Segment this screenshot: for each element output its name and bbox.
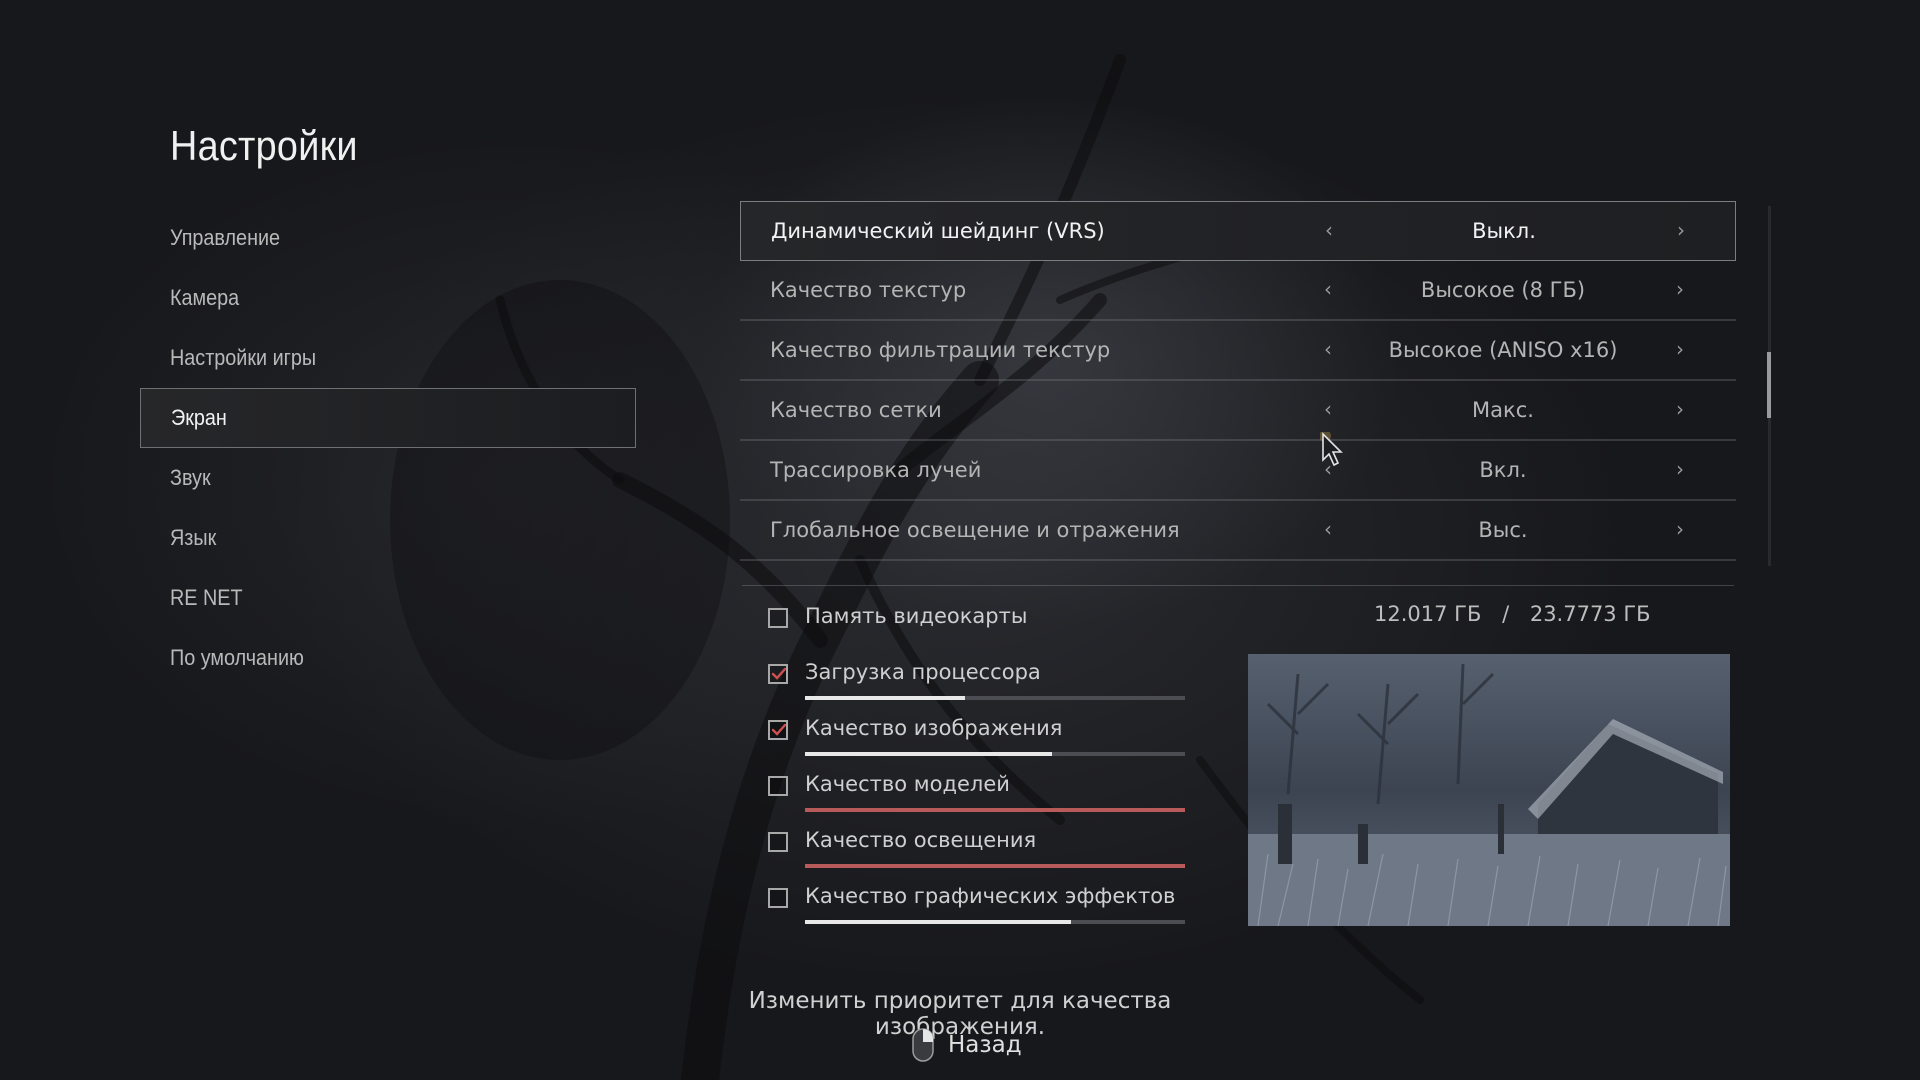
page-title: Настройки <box>170 122 358 169</box>
vram-checkbox[interactable] <box>768 608 788 628</box>
vram-used: 12.017 ГБ <box>1374 602 1482 626</box>
nav-item-label: По умолчанию <box>170 645 304 670</box>
setting-value: Макс. <box>1472 398 1534 422</box>
priority-image-quality[interactable]: Качество изображения <box>768 714 1188 770</box>
setting-value: Высокое (ANISO x16) <box>1388 338 1618 362</box>
priority-checkbox[interactable] <box>768 720 788 740</box>
vram-values: 12.017 ГБ / 23.7773 ГБ <box>1374 602 1651 626</box>
setting-label: Качество сетки <box>770 398 942 422</box>
nav-item-label: Камера <box>170 285 240 310</box>
priority-bar-fill <box>805 808 1185 812</box>
chevron-right-icon[interactable]: › <box>1676 277 1684 301</box>
priority-label: Качество графических эффектов <box>805 884 1176 908</box>
priority-bar-fill <box>805 920 1071 924</box>
cursor-icon <box>1320 432 1343 467</box>
chevron-right-icon[interactable]: › <box>1677 218 1685 242</box>
chevron-right-icon[interactable]: › <box>1676 397 1684 421</box>
nav-item-re-net[interactable]: RE NET <box>140 568 636 628</box>
nav-item-label: Управление <box>170 225 281 250</box>
setting-label: Качество фильтрации текстур <box>770 338 1111 362</box>
chevron-right-icon[interactable]: › <box>1676 457 1684 481</box>
nav-item-language[interactable]: Язык <box>140 508 636 568</box>
back-button[interactable]: Назад <box>912 1028 1022 1062</box>
nav-item-game-settings[interactable]: Настройки игры <box>140 328 636 388</box>
nav-item-controls[interactable]: Управление <box>140 208 636 268</box>
checkmark-icon <box>771 667 787 680</box>
nav-item-label: Экран <box>171 405 227 430</box>
setting-global-illumination[interactable]: Глобальное освещение и отражения ‹ Выс. … <box>740 501 1736 561</box>
setting-label: Глобальное освещение и отражения <box>770 518 1180 542</box>
nav-item-label: Язык <box>170 525 217 550</box>
nav-item-label: Настройки игры <box>170 345 317 370</box>
chevron-left-icon[interactable]: ‹ <box>1325 218 1333 242</box>
priority-bar-fill <box>805 696 965 700</box>
setting-label: Трассировка лучей <box>770 458 982 482</box>
priority-bar <box>805 864 1185 868</box>
priority-lighting-quality[interactable]: Качество освещения <box>768 826 1188 882</box>
priority-checkbox[interactable] <box>768 776 788 796</box>
priority-label: Качество освещения <box>805 828 1037 852</box>
vram-total: 23.7773 ГБ <box>1529 602 1651 626</box>
setting-ray-tracing[interactable]: Трассировка лучей ‹ Вкл. › <box>740 441 1736 501</box>
priority-model-quality[interactable]: Качество моделей <box>768 770 1188 826</box>
setting-mesh-quality[interactable]: Качество сетки ‹ Макс. › <box>740 381 1736 441</box>
priority-bar <box>805 752 1185 756</box>
nav-item-label: Звук <box>170 465 211 490</box>
nav-item-camera[interactable]: Камера <box>140 268 636 328</box>
chevron-left-icon[interactable]: ‹ <box>1324 277 1332 301</box>
nav-item-defaults[interactable]: По умолчанию <box>140 628 636 688</box>
priority-label: Загрузка процессора <box>805 660 1041 684</box>
setting-label: Качество текстур <box>770 278 967 302</box>
chevron-left-icon[interactable]: ‹ <box>1324 517 1332 541</box>
setting-label: Динамический шейдинг (VRS) <box>771 219 1105 243</box>
priority-bar <box>805 920 1185 924</box>
priority-bar <box>805 696 1185 700</box>
setting-vrs[interactable]: Динамический шейдинг (VRS) ‹ Выкл. › <box>740 201 1736 261</box>
vram-label: Память видеокарты <box>805 604 1028 628</box>
priority-bar <box>805 808 1185 812</box>
setting-texture-filtering[interactable]: Качество фильтрации текстур ‹ Высокое (A… <box>740 321 1736 381</box>
chevron-left-icon[interactable]: ‹ <box>1324 397 1332 421</box>
chevron-right-icon[interactable]: › <box>1676 337 1684 361</box>
priority-label: Качество изображения <box>805 716 1063 740</box>
setting-texture-quality[interactable]: Качество текстур ‹ Высокое (8 ГБ) › <box>740 261 1736 321</box>
priority-label: Качество моделей <box>805 772 1010 796</box>
checkmark-icon <box>771 723 787 736</box>
nav-item-label: RE NET <box>170 585 243 610</box>
priority-bar-fill <box>805 752 1052 756</box>
chevron-right-icon[interactable]: › <box>1676 517 1684 541</box>
mouse-icon <box>912 1028 934 1062</box>
vram-separator: / <box>1502 602 1510 626</box>
nav-item-audio[interactable]: Звук <box>140 448 636 508</box>
priority-checkbox[interactable] <box>768 664 788 684</box>
setting-value: Высокое (8 ГБ) <box>1420 278 1586 302</box>
priority-checkbox[interactable] <box>768 888 788 908</box>
setting-value: Вкл. <box>1479 458 1527 482</box>
priority-effects-quality[interactable]: Качество графических эффектов <box>768 882 1188 938</box>
priority-bar-fill <box>805 864 1185 868</box>
chevron-left-icon[interactable]: ‹ <box>1324 337 1332 361</box>
back-label: Назад <box>948 1032 1022 1058</box>
nav-item-display[interactable]: Экран <box>140 388 636 448</box>
priority-list: Загрузка процессора Качество изображения… <box>768 658 1188 938</box>
settings-list: Динамический шейдинг (VRS) ‹ Выкл. › Кач… <box>740 201 1736 561</box>
priority-checkbox[interactable] <box>768 832 788 852</box>
preview-image <box>1248 654 1730 926</box>
settings-nav: Управление Камера Настройки игры Экран З… <box>140 208 636 688</box>
section-divider <box>742 585 1734 586</box>
vram-row: Память видеокарты 12.017 ГБ / 23.7773 ГБ <box>768 602 1668 632</box>
priority-cpu-load[interactable]: Загрузка процессора <box>768 658 1188 714</box>
setting-value: Выкл. <box>1472 219 1536 243</box>
scrollbar-thumb[interactable] <box>1767 352 1771 418</box>
setting-value: Выс. <box>1478 518 1528 542</box>
